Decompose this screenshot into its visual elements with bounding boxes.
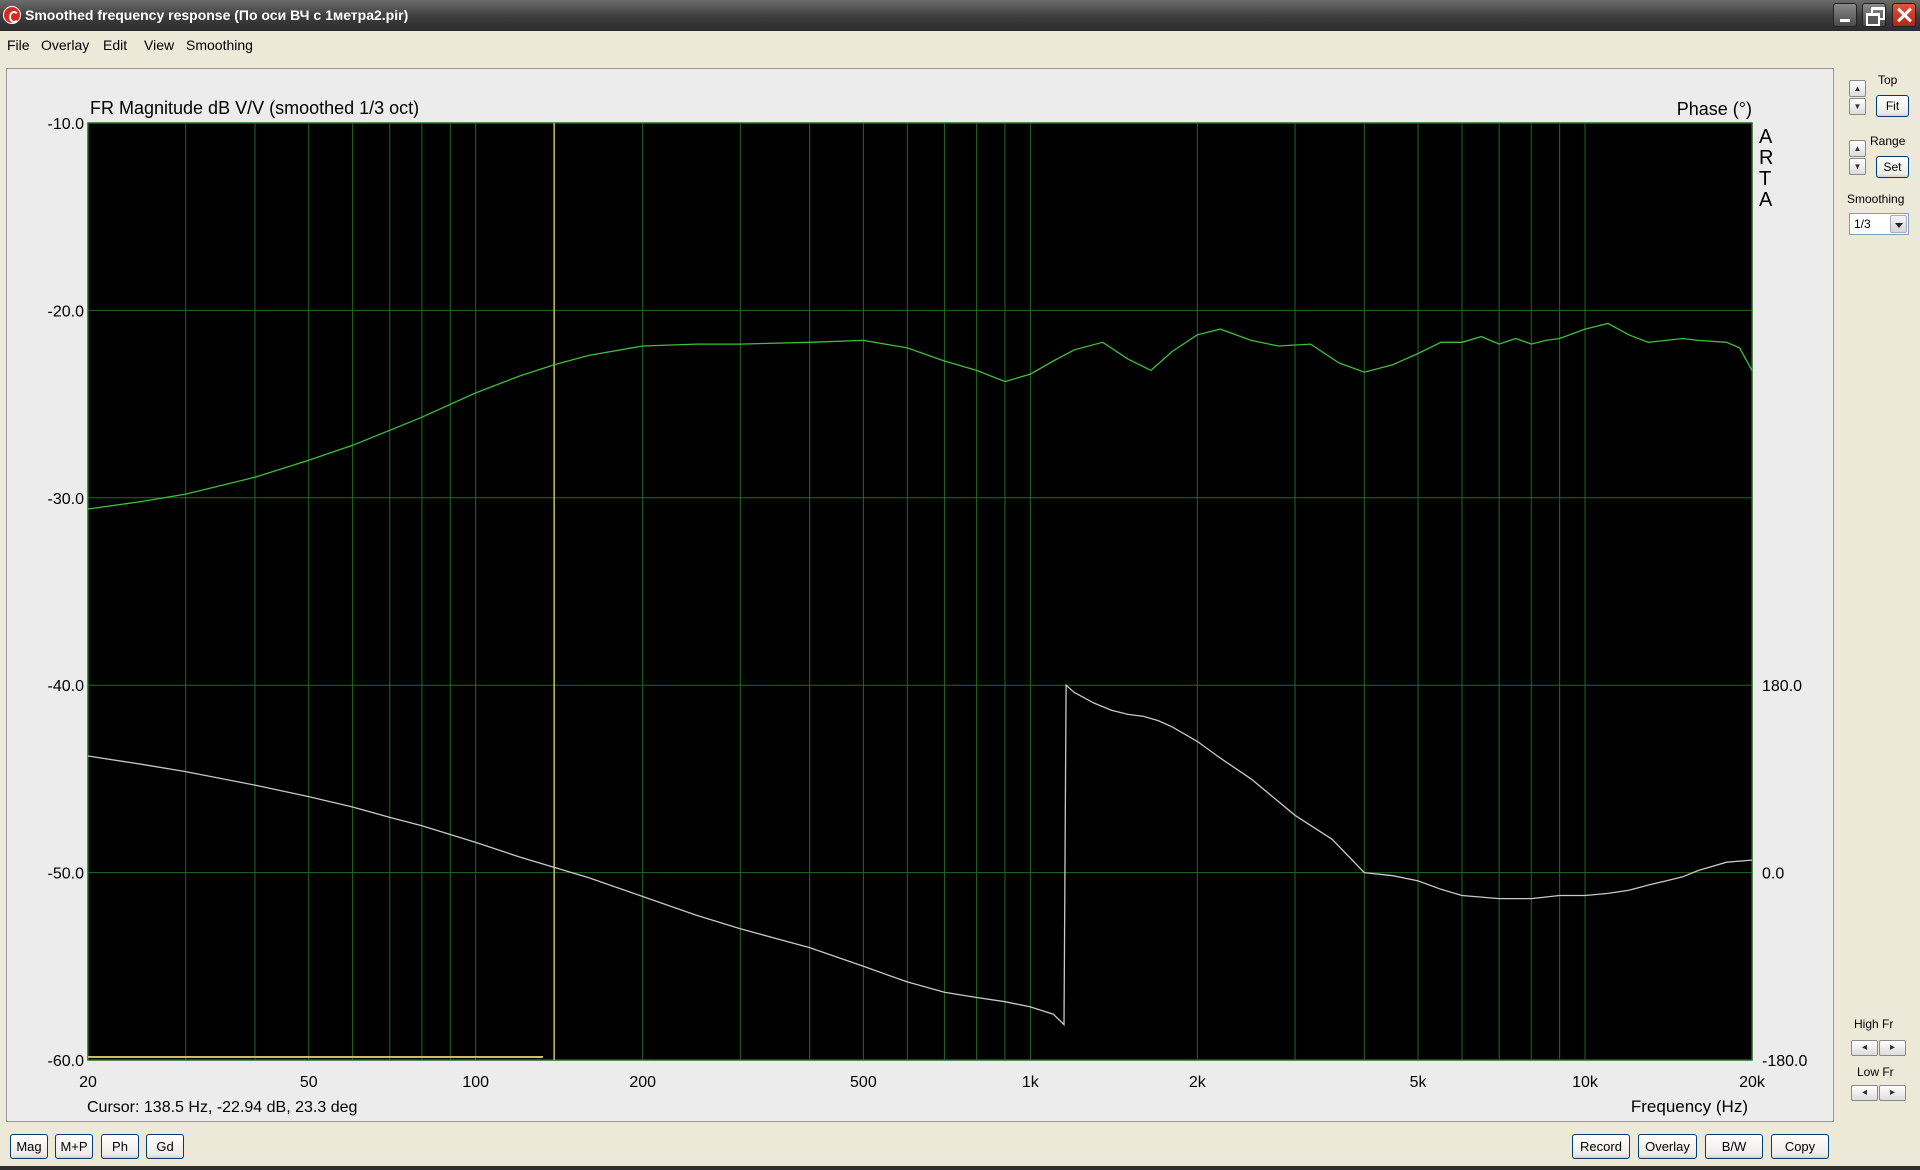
cursor-readout: Cursor: 138.5 Hz, -22.94 dB, 23.3 deg [87, 1099, 357, 1116]
window-title: Smoothed frequency response (По оси ВЧ с… [25, 7, 409, 23]
x-tick-label: 20k [1739, 1074, 1766, 1091]
fit-button[interactable]: Fit [1876, 95, 1909, 117]
y-tick-label: -30.0 [48, 491, 85, 508]
x-tick-label: 50 [300, 1074, 318, 1091]
x-tick-label: 2k [1189, 1074, 1207, 1091]
bw-button[interactable]: B/W [1705, 1134, 1763, 1159]
x-tick-label: 100 [462, 1074, 489, 1091]
plot-area [88, 123, 1752, 1060]
range-label: Range [1870, 134, 1906, 148]
range-up-spin[interactable]: ▲ [1849, 140, 1866, 157]
arta-watermark-letter: A [1759, 189, 1773, 211]
menu-overlay[interactable]: Overlay [41, 37, 89, 53]
high-fr-left-button[interactable]: ◂ [1851, 1040, 1878, 1056]
y2-tick-label: 0.0 [1762, 866, 1784, 883]
range-down-spin[interactable]: ▼ [1849, 158, 1866, 175]
top-down-spin[interactable]: ▼ [1849, 98, 1866, 115]
menu-view[interactable]: View [144, 37, 174, 53]
chevron-down-icon[interactable] [1890, 215, 1907, 233]
x-tick-label: 200 [629, 1074, 656, 1091]
top-label: Top [1878, 73, 1898, 87]
smoothing-select[interactable]: 1/3 [1849, 213, 1909, 235]
minimize-button[interactable] [1833, 3, 1857, 27]
set-button[interactable]: Set [1876, 156, 1909, 178]
y-tick-label: -50.0 [48, 866, 85, 883]
high-fr-right-button[interactable]: ▸ [1879, 1040, 1906, 1056]
y2-tick-label: 180.0 [1762, 678, 1802, 695]
frequency-response-chart[interactable]: -10.0 -20.0 -30.0 -40.0 -50.0 -60.0 180.0 0.0 -1… [7, 69, 1833, 1121]
phase-axis-title: Phase (°) [1677, 99, 1752, 119]
x-tick-label: 10k [1572, 1074, 1599, 1091]
x-axis-title: Frequency (Hz) [1631, 1097, 1748, 1116]
arta-watermark-letter: T [1759, 168, 1771, 190]
menu-file[interactable]: File [7, 37, 30, 53]
y-tick-label: -20.0 [48, 303, 85, 320]
y-tick-label: -40.0 [48, 678, 85, 695]
low-fr-left-button[interactable]: ◂ [1851, 1085, 1878, 1101]
mag-button[interactable]: Mag [10, 1134, 48, 1159]
x-tick-label: 20 [79, 1074, 97, 1091]
x-tick-label: 1k [1022, 1074, 1040, 1091]
y2-tick-label: -180.0 [1762, 1053, 1807, 1070]
x-tick-label: 500 [850, 1074, 877, 1091]
status-strip [0, 1166, 1920, 1170]
record-button[interactable]: Record [1572, 1134, 1630, 1159]
y-tick-label: -60.0 [48, 1053, 85, 1070]
y-tick-label: -10.0 [48, 116, 85, 133]
group-delay-button[interactable]: Gd [146, 1134, 184, 1159]
low-fr-label: Low Fr [1857, 1065, 1894, 1079]
x-tick-label: 5k [1410, 1074, 1428, 1091]
arta-app-icon [3, 6, 21, 24]
mag-phase-button[interactable]: M+P [55, 1134, 93, 1159]
restore-button[interactable] [1862, 3, 1886, 27]
smoothing-label: Smoothing [1847, 192, 1905, 206]
overlay-button[interactable]: Overlay [1638, 1134, 1697, 1159]
arta-watermark-letter: R [1759, 147, 1773, 169]
chart-title: FR Magnitude dB V/V (smoothed 1/3 oct) [90, 98, 419, 118]
title-bar: Smoothed frequency response (По оси ВЧ с… [0, 0, 1920, 31]
copy-button[interactable]: Copy [1771, 1134, 1829, 1159]
high-fr-label: High Fr [1854, 1017, 1894, 1031]
plot-panel: -10.0 -20.0 -30.0 -40.0 -50.0 -60.0 180.0 0.0 -1… [6, 68, 1834, 1122]
arta-watermark-letter: A [1759, 126, 1773, 148]
menu-smoothing[interactable]: Smoothing [186, 37, 253, 53]
close-button[interactable] [1892, 3, 1916, 27]
low-fr-right-button[interactable]: ▸ [1879, 1085, 1906, 1101]
phase-button[interactable]: Ph [101, 1134, 139, 1159]
top-up-spin[interactable]: ▲ [1849, 80, 1866, 97]
smoothing-value: 1/3 [1854, 217, 1871, 231]
menu-bar: File Overlay Edit View Smoothing [0, 31, 1920, 58]
menu-edit[interactable]: Edit [103, 37, 127, 53]
